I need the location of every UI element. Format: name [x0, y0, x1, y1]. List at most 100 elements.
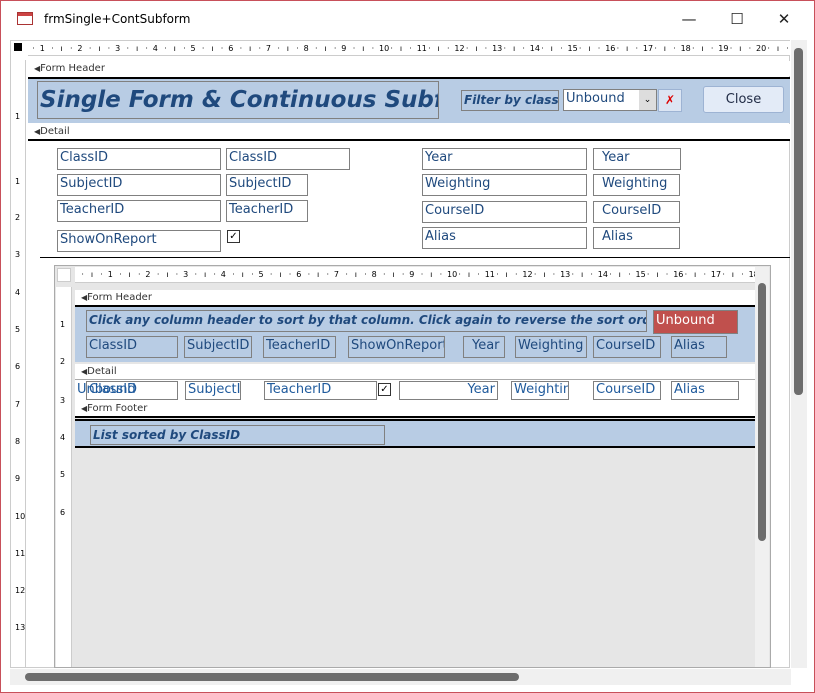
field-label: ShowOnReport — [57, 230, 221, 252]
ruler-number: 4 — [220, 270, 226, 279]
form-title-label: Single Form & Continuous Subform — [37, 81, 439, 119]
ruler-number: 12 — [15, 586, 26, 595]
ruler-number: 12 — [522, 270, 533, 279]
ruler-number: 19 — [718, 44, 729, 53]
sort-status-label: List sorted by ClassID — [90, 425, 385, 445]
ruler-number: 14 — [597, 270, 608, 279]
form-icon — [17, 12, 33, 25]
detail-textbox[interactable]: CourseID — [593, 381, 661, 400]
ruler-number: 2 — [60, 357, 66, 366]
ruler-number: 1 — [15, 177, 21, 186]
ruler-number: 10 — [447, 270, 458, 279]
column-header-label[interactable]: TeacherID — [263, 336, 336, 358]
ruler-number: 8 — [303, 44, 309, 53]
ruler-number: 3 — [115, 44, 121, 53]
chevron-down-icon[interactable]: ⌄ — [639, 90, 656, 110]
detail-textbox[interactable]: SubjectII — [185, 381, 241, 400]
subform-header-bar[interactable]: Form Header — [75, 290, 755, 305]
ruler-number: 9 — [409, 270, 415, 279]
ruler-number: 17 — [642, 44, 654, 53]
field-textbox[interactable]: CourseID — [593, 201, 680, 223]
ruler-number: 3 — [60, 396, 66, 405]
subform-selector[interactable] — [57, 268, 71, 282]
horizontal-ruler[interactable]: ·ı··ı··ı··ı··ı··ı··ı··ı··ı··ı··ı··ı··ı··… — [28, 41, 790, 56]
field-label: ClassID — [57, 148, 221, 170]
subform-detail-bar[interactable]: Detail — [75, 364, 755, 379]
column-header-label[interactable]: ClassID — [86, 336, 178, 358]
ruler-number: 15 — [635, 270, 646, 279]
field-label: Weighting — [422, 174, 587, 196]
combo-value: Unbound — [566, 91, 625, 106]
ruler-number: 6 — [296, 270, 302, 279]
ruler-number: 1 — [39, 44, 45, 53]
field-textbox[interactable]: TeacherID — [226, 200, 308, 222]
ruler-number: 18 — [680, 44, 691, 53]
ruler-number: 11 — [416, 44, 427, 53]
column-header-label[interactable]: Weighting — [515, 336, 587, 358]
field-label: Alias — [422, 227, 587, 249]
close-window-button[interactable]: ✕ — [769, 6, 799, 32]
detail-textbox[interactable]: TeacherID — [264, 381, 377, 400]
ruler-number: 2 — [145, 270, 151, 279]
field-textbox[interactable]: Year — [593, 148, 681, 170]
ruler-number: 5 — [190, 44, 196, 53]
ruler-number: 1 — [60, 320, 66, 329]
ruler-number: 3 — [15, 250, 21, 259]
detail-bar[interactable]: Detail — [28, 124, 790, 139]
ruler-number: 5 — [15, 325, 21, 334]
ruler-number: 5 — [258, 270, 264, 279]
ruler-number: 11 — [484, 270, 495, 279]
close-button[interactable]: Close — [703, 86, 784, 113]
detail-textbox[interactable]: Weightin — [511, 381, 569, 400]
show-on-report-checkbox[interactable]: ✓ — [378, 383, 391, 396]
ruler-number: 2 — [15, 213, 21, 222]
column-header-label[interactable]: ShowOnReport — [348, 336, 445, 358]
minimize-button[interactable]: — — [674, 6, 704, 32]
maximize-button[interactable]: ☐ — [722, 6, 752, 32]
ruler-number: 16 — [673, 270, 684, 279]
ruler-number: 2 — [77, 44, 83, 53]
detail-textbox[interactable]: ClassID — [86, 381, 178, 400]
ruler-number: 7 — [265, 44, 271, 53]
field-textbox[interactable]: ClassID — [226, 148, 350, 170]
ruler-number: 12 — [454, 44, 465, 53]
ruler-number: 1 — [15, 112, 21, 121]
field-textbox[interactable]: SubjectID — [226, 174, 308, 196]
vertical-ruler[interactable]: 1 1 2 3 4 5 6 7 8 9 10 11 12 13 — [11, 60, 26, 667]
show-on-report-checkbox[interactable]: ✓ — [227, 230, 240, 243]
ruler-number: 15 — [567, 44, 578, 53]
subform-horizontal-ruler[interactable]: · ı · · ı · · ı · · ı · · ı · · ı · · ı · · ı · · ı · · ı · · ı · · ı · · ı · ·… — [75, 267, 755, 283]
ruler-number: 13 — [560, 270, 571, 279]
form-header-bar[interactable]: Form Header — [28, 61, 790, 76]
ruler-number: 6 — [228, 44, 234, 53]
subform-vertical-scrollbar[interactable] — [755, 267, 769, 667]
ruler-number: 9 — [15, 474, 21, 483]
ruler-number: 4 — [152, 44, 158, 53]
ruler-number: 3 — [183, 270, 189, 279]
unbound-textbox[interactable]: Unbound — [653, 310, 738, 334]
ruler-number: 4 — [15, 288, 21, 297]
column-header-label[interactable]: Alias — [671, 336, 727, 358]
column-header-label[interactable]: Year — [463, 336, 505, 358]
ruler-number: 8 — [15, 437, 21, 446]
vertical-scrollbar[interactable] — [791, 40, 807, 668]
ruler-number: 5 — [60, 470, 66, 479]
ruler-number: 9 — [341, 44, 347, 53]
column-header-label[interactable]: CourseID — [593, 336, 661, 358]
column-header-label[interactable]: SubjectID — [184, 336, 252, 358]
ruler-number: 13 — [15, 623, 26, 632]
detail-textbox[interactable]: Alias — [671, 381, 739, 400]
field-textbox[interactable]: Alias — [593, 227, 680, 249]
subform-vertical-ruler[interactable]: 1 2 3 4 5 6 — [56, 287, 72, 667]
sort-instruction-label: Click any column header to sort by that … — [86, 310, 647, 332]
form-selector[interactable] — [14, 43, 22, 51]
field-textbox[interactable]: Weighting — [593, 174, 680, 196]
ruler-number: 10 — [379, 44, 390, 53]
field-label: TeacherID — [57, 200, 221, 222]
window-title: frmSingle+ContSubform — [44, 12, 191, 26]
clear-filter-button[interactable]: ✗ — [658, 89, 682, 112]
detail-textbox[interactable]: Year — [399, 381, 498, 400]
ruler-number: 4 — [60, 433, 66, 442]
horizontal-scrollbar[interactable] — [10, 669, 791, 685]
subform-footer-bar[interactable]: Form Footer — [75, 401, 755, 416]
